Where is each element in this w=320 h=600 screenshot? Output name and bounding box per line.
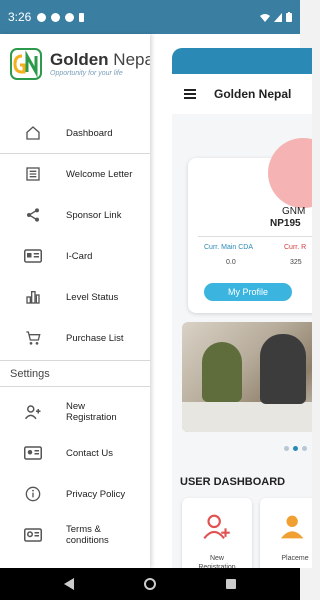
menu-item-dashboard[interactable]: Dashboard <box>0 114 150 152</box>
tile-label: Placeme <box>281 555 309 562</box>
people-icon <box>280 515 304 539</box>
wifi-icon <box>260 13 270 22</box>
info-icon <box>24 485 42 503</box>
notification-icon <box>65 12 75 22</box>
dashboard-title: USER DASHBOARD <box>180 476 286 488</box>
avatar <box>268 138 312 208</box>
navigation-drawer: Golden Nepal Opportunity for your life D… <box>0 34 150 568</box>
curr-main-value: 0.0 <box>226 259 236 266</box>
section-heading-settings: Settings <box>10 368 50 380</box>
curr-r-value: 325 <box>290 259 302 266</box>
menu-item-label: I-Card <box>66 250 93 262</box>
tile-label: New Registration <box>198 555 236 568</box>
menu-item-sponsor-link[interactable]: Sponsor Link <box>0 196 150 234</box>
brand-tagline: Opportunity for your life <box>50 69 123 77</box>
menu-item-label: New Registration <box>66 401 117 423</box>
battery-alert-icon <box>79 12 85 22</box>
home-button-icon[interactable] <box>144 578 156 590</box>
background-app-sheet: Golden Nepal GNM NP195 Curr. Main CDA 0.… <box>172 48 312 568</box>
terms-card-icon <box>24 526 42 544</box>
menu-item-purchase-list[interactable]: Purchase List <box>0 319 150 357</box>
profile-id: NP195 <box>270 218 301 229</box>
recents-icon[interactable] <box>226 579 236 589</box>
notification-icon <box>51 12 61 22</box>
back-icon[interactable] <box>64 578 74 590</box>
app-title: Golden Nepal <box>214 87 292 101</box>
notification-icon <box>37 12 47 22</box>
status-time: 3:26 <box>8 10 32 24</box>
divider <box>0 386 150 387</box>
add-person-icon <box>24 403 42 421</box>
menu-item-new-registration[interactable]: New Registration <box>0 393 150 431</box>
list-icon <box>24 165 42 183</box>
menu-item-label: Welcome Letter <box>66 168 133 180</box>
tile-placement[interactable]: Placeme <box>260 498 312 568</box>
header-strip <box>172 48 312 74</box>
status-right <box>260 12 292 22</box>
status-bar: 3:26 <box>0 0 300 34</box>
menu-item-level-status[interactable]: Level Status <box>0 278 150 316</box>
divider <box>198 236 312 237</box>
brand-name: Golden Nepal <box>50 49 150 69</box>
menu-item-contact-us[interactable]: Contact Us <box>0 434 150 472</box>
banner-image[interactable] <box>182 322 312 432</box>
contact-card-icon <box>24 444 42 462</box>
menu-item-label: Sponsor Link <box>66 209 122 221</box>
add-person-icon <box>203 514 230 540</box>
menu-item-terms-conditions[interactable]: Terms & conditions <box>0 516 150 554</box>
menu-item-i-card[interactable]: I-Card <box>0 237 150 275</box>
menu-item-label: Contact Us <box>66 447 113 459</box>
app-bar: Golden Nepal <box>172 74 312 114</box>
profile-name: GNM <box>282 206 306 217</box>
cart-icon <box>24 329 42 347</box>
home-icon <box>24 124 42 142</box>
logo-icon <box>10 48 42 80</box>
menu-item-label: Privacy Policy <box>66 488 126 500</box>
system-nav-bar <box>0 568 300 600</box>
brand-logo: Golden Nepal Opportunity for your life <box>10 48 150 80</box>
share-icon <box>24 206 42 224</box>
menu-item-label: Terms & conditions <box>66 524 109 546</box>
menu-item-label: Dashboard <box>66 127 113 139</box>
id-card-icon <box>24 247 42 265</box>
profile-card: GNM NP195 Curr. Main CDA 0.0 Curr. R 325… <box>188 138 312 313</box>
bar-chart-icon <box>24 288 42 306</box>
tile-new-registration[interactable]: New Registration <box>182 498 252 568</box>
curr-r-label: Curr. R <box>284 244 307 251</box>
menu-item-welcome-letter[interactable]: Welcome Letter <box>0 155 150 193</box>
my-profile-button[interactable]: My Profile <box>204 283 292 301</box>
battery-icon <box>286 12 292 22</box>
divider <box>0 153 150 154</box>
carousel-indicator <box>284 446 307 451</box>
curr-main-label: Curr. Main CDA <box>204 244 254 251</box>
menu-item-label: Level Status <box>66 291 119 303</box>
signal-icon <box>274 12 282 22</box>
menu-icon[interactable] <box>184 89 196 99</box>
menu-item-label: Purchase List <box>66 332 124 344</box>
divider <box>0 360 150 361</box>
menu-item-privacy-policy[interactable]: Privacy Policy <box>0 475 150 513</box>
